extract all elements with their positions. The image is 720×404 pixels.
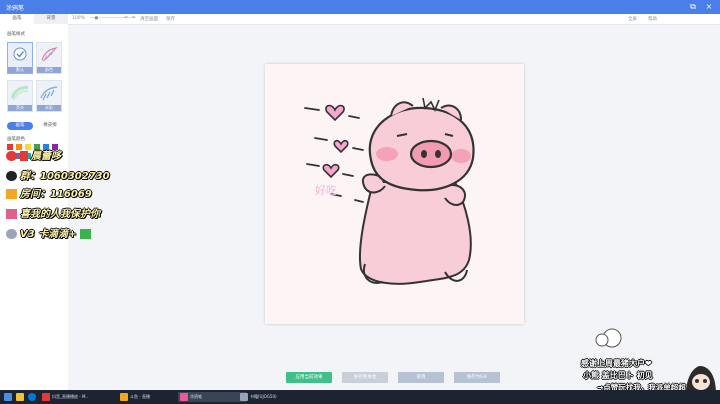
doodle-text: 好吃 <box>315 183 337 197</box>
weibo-icon <box>6 151 17 161</box>
sketch-doodle-icon <box>595 328 622 348</box>
left-tabs: 画笔 背景 <box>0 14 68 24</box>
taskbar-item-1[interactable]: 斗鱼 - 直播 <box>118 392 186 402</box>
taskbar-item-label: 涂鸦笔 <box>190 394 202 399</box>
fullscreen-button[interactable]: 全屏 <box>628 16 637 22</box>
window-title: 涂鸦笔 <box>6 5 25 12</box>
brush-watercolor-label: 水彩 <box>37 105 61 111</box>
mode-brush-button[interactable]: 画笔 <box>7 122 33 130</box>
title-bar: 涂鸦笔 ⧉ × <box>0 0 720 14</box>
pin-icon[interactable]: ⧉ <box>688 2 698 12</box>
brush-color[interactable]: 彩色 <box>36 42 62 74</box>
taskbar-item-label: 书籍(UJOG50) <box>250 394 277 399</box>
apply-button[interactable]: 应用当前效果 <box>286 372 332 383</box>
avatar-icon <box>6 229 17 239</box>
taskbar-item-0[interactable]: 抖音_直播播放 - M.. <box>40 392 108 402</box>
brush-section-title: 画笔样式 <box>7 32 25 37</box>
start-icon[interactable] <box>4 393 12 401</box>
task-app-icon <box>180 393 188 401</box>
watercolor-icon <box>40 86 58 101</box>
color-section-title: 画笔颜色 <box>7 137 25 142</box>
glow-stroke-icon <box>10 85 29 101</box>
overlay-douyu: 房间：116069 <box>6 185 92 200</box>
taskbar: 抖音_直播播放 - M.. 斗鱼 - 直播 涂鸦笔 书籍(UJOG50) <box>0 390 720 404</box>
pig-doodle: 好吃 <box>304 97 475 285</box>
save-toolbar-button[interactable]: 保存 <box>166 16 175 22</box>
save-local-button[interactable]: 保存到本地 <box>342 372 388 383</box>
drawing-canvas[interactable]: 好吃 <box>265 64 524 324</box>
taskbar-item-2[interactable]: 涂鸦笔 <box>178 392 246 402</box>
brush-color-label: 彩色 <box>37 67 61 73</box>
overlay-names: 小熊 盖比巴卜 初见 <box>583 371 653 380</box>
brush-watercolor[interactable]: 水彩 <box>36 80 62 112</box>
help-button[interactable]: 帮助 <box>648 16 657 22</box>
clear-button[interactable]: 清空画面 <box>140 16 158 22</box>
taskbar-item-3[interactable]: 书籍(UJOG50) <box>238 392 310 402</box>
check-icon <box>13 47 27 61</box>
tab-brush[interactable]: 画笔 <box>0 14 34 24</box>
task-app-icon <box>240 393 248 401</box>
overlay-douyu-text: 房间：116069 <box>20 189 92 200</box>
redo-icon[interactable]: ↷ <box>132 16 136 21</box>
overlay-guard-text: 喜我的人我保护你 <box>20 209 100 220</box>
taskbar-item-label: 抖音_直播播放 - M.. <box>52 394 88 399</box>
weibo-badge-icon <box>20 151 28 161</box>
douyu-icon <box>6 189 17 199</box>
mode-eraser-button[interactable]: 橡皮擦 <box>37 122 63 130</box>
close-icon[interactable]: × <box>704 2 714 12</box>
overlay-qq: 群：1060302730 <box>6 167 110 182</box>
taskbar-item-label: 斗鱼 - 直播 <box>130 394 150 399</box>
zoom-level[interactable]: 100% <box>72 16 85 21</box>
save-gif-button[interactable]: 保存为GIF <box>454 372 500 383</box>
wechat-icon <box>79 229 91 239</box>
browser-icon[interactable] <box>28 393 36 401</box>
overlay-wechat: V3 卡滴滴+ <box>6 225 94 240</box>
brush-glow[interactable]: 荧光 <box>7 80 33 112</box>
brush-default-label: 默认 <box>8 67 32 73</box>
task-app-icon <box>120 393 128 401</box>
overlay-guard: 喜我的人我保护你 <box>6 205 100 220</box>
overlay-thanks: 感谢上周最猪大户❤ <box>581 359 652 368</box>
left-panel: 画笔 背景 画笔样式 默认 彩色 荧光 水彩 画笔 橡皮擦 画笔颜色 <box>0 14 69 390</box>
brush-glow-label: 荧光 <box>8 105 32 111</box>
brush-default[interactable]: 默认 <box>7 42 33 74</box>
overlay-wechat-text: V3 卡滴滴+ <box>20 229 77 240</box>
guard-icon <box>6 209 17 219</box>
undo-icon[interactable]: ↶ <box>124 16 128 21</box>
overlay-qq-text: 群：1060302730 <box>20 171 110 182</box>
top-toolbar: 100% —●———————— ↶ ↷ 清空画面 保存 全屏 帮助 <box>68 14 720 25</box>
folder-icon[interactable] <box>16 393 24 401</box>
cancel-button[interactable]: 取消 <box>398 372 444 383</box>
feather-icon <box>41 47 58 62</box>
task-app-icon <box>42 393 50 401</box>
qq-icon <box>6 171 17 181</box>
overlay-weibo-text: 晨蕾哆 <box>31 151 61 162</box>
overlay-weibo: 晨蕾哆 <box>6 147 61 162</box>
tab-background[interactable]: 背景 <box>34 14 68 24</box>
